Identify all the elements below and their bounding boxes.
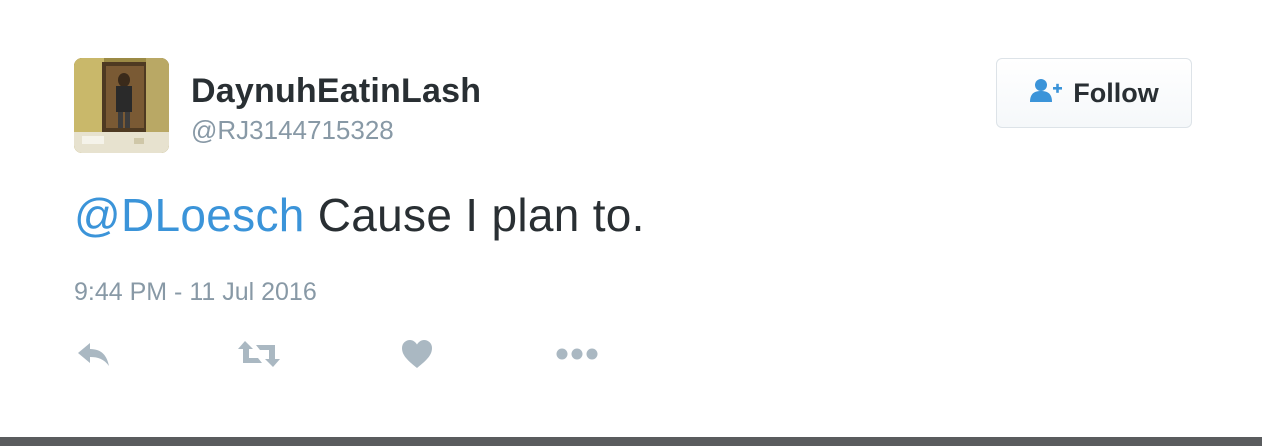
screen-name[interactable]: @RJ3144715328	[191, 115, 394, 146]
add-user-icon	[1029, 78, 1063, 109]
timestamp[interactable]: 9:44 PM - 11 Jul 2016	[74, 278, 317, 307]
reply-icon	[76, 339, 112, 374]
tweet-text: @DLoesch Cause I plan to.	[74, 188, 645, 242]
tweet-body: Cause I plan to.	[304, 189, 645, 241]
follow-button[interactable]: Follow	[996, 58, 1192, 128]
retweet-button[interactable]	[238, 338, 280, 374]
heart-icon	[401, 339, 433, 374]
retweet-icon	[238, 339, 280, 374]
more-button[interactable]	[556, 338, 598, 374]
reply-button[interactable]	[76, 338, 112, 374]
display-name[interactable]: DaynuhEatinLash	[191, 72, 481, 111]
mention-link[interactable]: @DLoesch	[74, 189, 305, 241]
more-icon	[556, 347, 598, 366]
follow-label: Follow	[1073, 77, 1159, 108]
bottom-edge	[0, 437, 1262, 446]
like-button[interactable]	[401, 338, 433, 374]
avatar[interactable]	[74, 58, 169, 153]
